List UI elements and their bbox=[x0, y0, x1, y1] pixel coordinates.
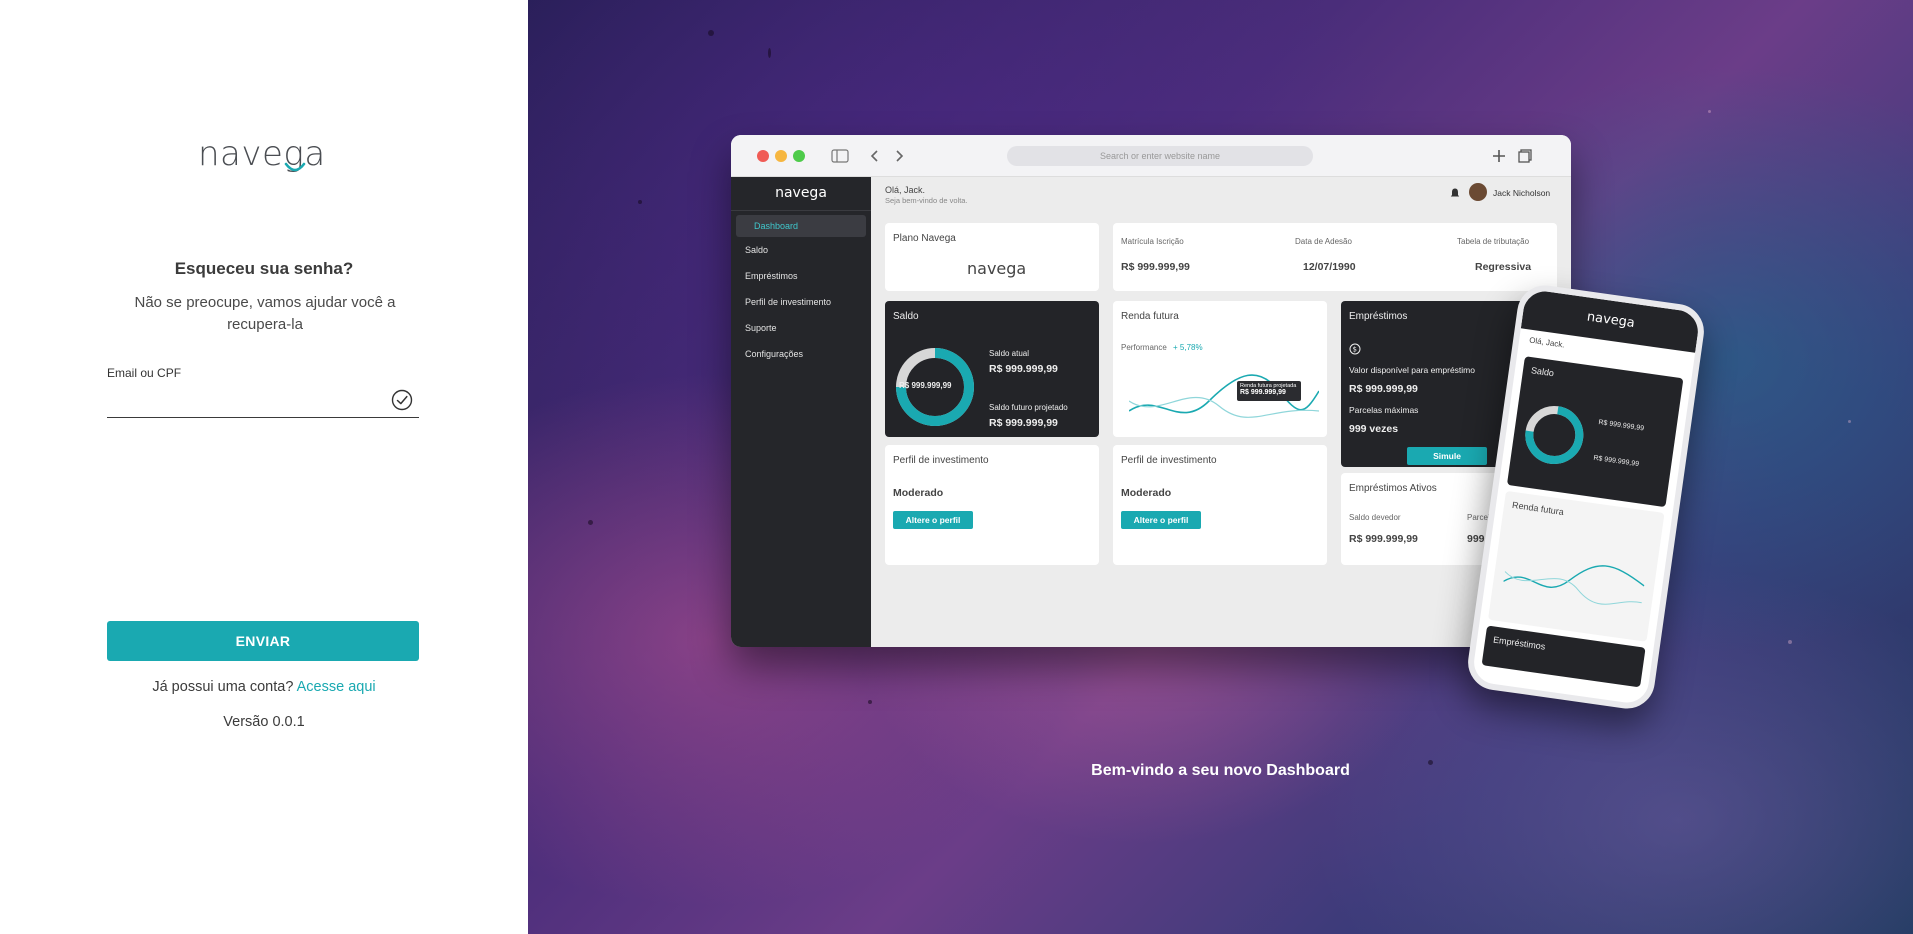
adesao-label: Data de Adesão bbox=[1295, 237, 1352, 246]
navega-logo: navega bbox=[198, 134, 328, 182]
background-speck bbox=[708, 30, 714, 36]
emprestimos-title: Empréstimos bbox=[1349, 311, 1408, 322]
saldo-atual-value: R$ 999.999,99 bbox=[989, 363, 1058, 375]
greeting: Olá, Jack. bbox=[885, 185, 926, 195]
valor-value: R$ 999.999,99 bbox=[1349, 383, 1418, 395]
parcelas2-value: 999 bbox=[1467, 533, 1485, 545]
phone-saldo-futuro: R$ 999.999,99 bbox=[1592, 454, 1640, 469]
phone-renda-chart bbox=[1503, 565, 1645, 605]
sidebar-item-perfil: Perfil de investimento bbox=[745, 297, 832, 307]
adesao-value: 12/07/1990 bbox=[1303, 261, 1356, 273]
background-speck bbox=[868, 700, 872, 704]
background-speck bbox=[588, 520, 593, 525]
email-label: Email ou CPF bbox=[107, 366, 182, 380]
matricula-value: R$ 999.999,99 bbox=[1121, 261, 1190, 273]
saldo-title: Saldo bbox=[893, 311, 919, 322]
tabs-overview-icon bbox=[1518, 149, 1532, 163]
performance-value: + 5,78% bbox=[1173, 343, 1203, 352]
new-tab-icon bbox=[1493, 150, 1505, 162]
plan-logo: navega bbox=[967, 259, 1027, 278]
user-name: Jack Nicholson bbox=[1493, 188, 1551, 198]
saldo-atual-label: Saldo atual bbox=[989, 349, 1030, 358]
valor-label: Valor disponível para empréstimo bbox=[1349, 365, 1475, 375]
svg-text:$: $ bbox=[1353, 346, 1357, 354]
background-speck bbox=[1708, 110, 1711, 113]
dashboard-main: Olá, Jack. Seja bem-vindo de volta. Jack… bbox=[871, 177, 1571, 647]
version-label: Versão 0.0.1 bbox=[223, 714, 305, 730]
account-prompt: Já possui uma conta? Acesse aqui bbox=[0, 679, 528, 695]
phone-renda-card: Renda futura bbox=[1487, 490, 1665, 642]
forward-arrow-icon bbox=[896, 150, 904, 162]
page-title: Esqueceu sua senha? bbox=[174, 259, 354, 278]
saldo-center: R$ 999.999,99 bbox=[899, 381, 952, 390]
dollar-icon: $ bbox=[1349, 343, 1361, 355]
devedor-label: Saldo devedor bbox=[1349, 513, 1401, 522]
perfil-value: Moderado bbox=[893, 487, 944, 499]
phone-saldo-card: Saldo R$ 999.999,99 R$ 999.999,99 bbox=[1506, 356, 1684, 508]
saldo-futuro-label: Saldo futuro projetado bbox=[989, 403, 1068, 412]
background-speck bbox=[1848, 420, 1851, 423]
email-field[interactable] bbox=[107, 386, 419, 418]
matricula-label: Matrícula Iscrição bbox=[1121, 237, 1184, 246]
plan-title: Plano Navega bbox=[893, 233, 956, 244]
perfil-title: Perfil de investimento bbox=[893, 455, 989, 466]
renda-card: Renda futura Performance + 5,78% Renda f… bbox=[1113, 301, 1327, 437]
submit-button[interactable]: ENVIAR bbox=[107, 621, 419, 661]
browser-mockup: Search or enter website name navega Dash… bbox=[731, 135, 1571, 647]
sidebar-item-suporte: Suporte bbox=[745, 323, 777, 333]
page-subtitle: Não se preocupe, vamos ajudar você a rec… bbox=[134, 294, 396, 333]
sidebar-toggle-icon bbox=[831, 149, 849, 163]
ativos-title: Empréstimos Ativos bbox=[1349, 483, 1437, 494]
parcelas-value: 999 vezes bbox=[1349, 423, 1399, 435]
sidebar-item-saldo: Saldo bbox=[745, 245, 769, 255]
greeting-sub: Seja bem-vindo de volta. bbox=[885, 196, 968, 205]
phone-renda-title: Renda futura bbox=[1511, 499, 1565, 517]
info-card: Matrícula Iscrição R$ 999.999,99 Data de… bbox=[1113, 223, 1557, 291]
devedor-value: R$ 999.999,99 bbox=[1349, 533, 1418, 545]
chart-tooltip: Renda futura projetada R$ 999.999,99 bbox=[1237, 381, 1301, 401]
renda-title: Renda futura bbox=[1121, 311, 1179, 322]
perfil-title: Perfil de investimento bbox=[1121, 455, 1217, 466]
perfil-card-2: Perfil de investimento Moderado Altere o… bbox=[1113, 445, 1327, 565]
background-speck bbox=[768, 48, 771, 58]
perfil-value: Moderado bbox=[1121, 487, 1172, 499]
phone-saldo-atual: R$ 999.999,99 bbox=[1598, 419, 1645, 433]
altere-perfil-button: Altere o perfil bbox=[1121, 511, 1201, 529]
background-speck bbox=[1788, 640, 1792, 644]
minimize-dot-icon bbox=[775, 150, 787, 162]
welcome-text: Bem-vindo a seu novo Dashboard bbox=[1091, 762, 1350, 779]
saldo-futuro-value: R$ 999.999,99 bbox=[989, 417, 1058, 429]
tabela-label: Tabela de tributação bbox=[1457, 237, 1530, 246]
sidebar-logo: navega bbox=[731, 177, 871, 211]
back-arrow-icon bbox=[870, 150, 878, 162]
maximize-dot-icon bbox=[793, 150, 805, 162]
close-dot-icon bbox=[757, 150, 769, 162]
phone-saldo-donut bbox=[1525, 405, 1584, 464]
saldo-card: Saldo R$ 999.999,99 Saldo atual R$ 999.9… bbox=[885, 301, 1099, 437]
logo-swoosh-icon bbox=[284, 162, 306, 172]
plan-card: Plano Navega navega bbox=[885, 223, 1099, 291]
sidebar-item-dashboard: Dashboard bbox=[736, 215, 866, 237]
login-panel: navega Esqueceu sua senha? Não se preocu… bbox=[0, 0, 528, 934]
tabela-value: Regressiva bbox=[1475, 261, 1532, 273]
tooltip-value: R$ 999.999,99 bbox=[1240, 389, 1286, 396]
dashboard-sidebar: navega Dashboard Saldo Empréstimos Perfi… bbox=[731, 177, 871, 647]
avatar bbox=[1469, 183, 1487, 201]
perfil-card-1: Perfil de investimento Moderado Altere o… bbox=[885, 445, 1099, 565]
logo-text: navega bbox=[198, 134, 326, 174]
altere-perfil-button: Altere o perfil bbox=[893, 511, 973, 529]
browser-toolbar: Search or enter website name bbox=[731, 135, 1571, 177]
phone-saldo-title: Saldo bbox=[1530, 365, 1555, 379]
bell-icon bbox=[1450, 188, 1460, 197]
login-link[interactable]: Acesse aqui bbox=[297, 679, 376, 695]
check-circle-icon bbox=[391, 389, 413, 411]
sidebar-item-emprestimos: Empréstimos bbox=[745, 271, 798, 281]
sidebar-item-configuracoes: Configurações bbox=[745, 349, 804, 359]
performance-label: Performance bbox=[1121, 343, 1167, 352]
address-bar: Search or enter website name bbox=[1007, 146, 1313, 166]
parcelas-label: Parcelas máximas bbox=[1349, 405, 1419, 415]
simule-button: Simule bbox=[1407, 447, 1487, 465]
account-text: Já possui uma conta? bbox=[152, 679, 294, 695]
background-speck bbox=[638, 200, 642, 204]
